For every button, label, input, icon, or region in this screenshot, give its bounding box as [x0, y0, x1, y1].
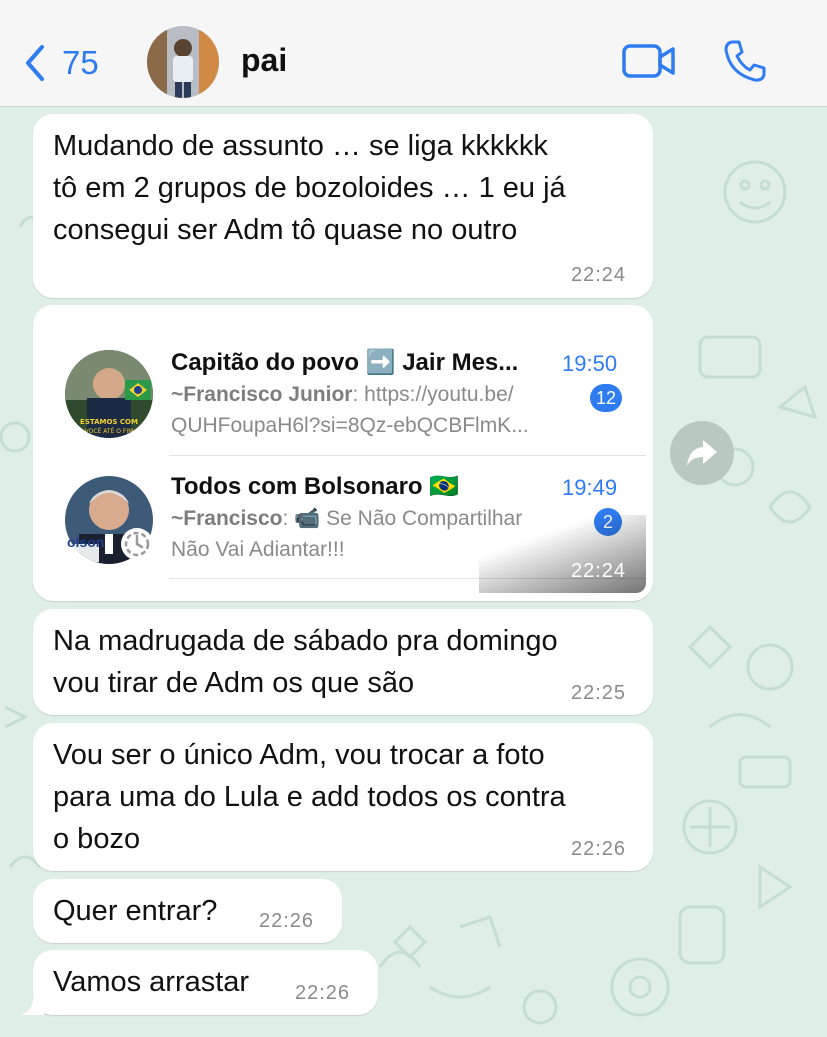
group-title: Todos com Bolsonaro 🇧🇷 — [171, 473, 460, 500]
avatar-label: olson — [67, 534, 105, 550]
message-text: Mudando de assunto … se liga kkkkkk tô e… — [53, 130, 566, 246]
svg-text:ESTAMOS COM: ESTAMOS COM — [80, 418, 138, 426]
message-time: 22:24 — [571, 560, 627, 582]
message-time: 22:26 — [295, 982, 351, 1004]
unread-chats-count: 75 — [62, 44, 99, 81]
forward-arrow-icon — [687, 440, 717, 466]
unread-badge: 12 — [590, 384, 622, 412]
message-text: Vou ser o único Adm, vou trocar a foto p… — [53, 739, 566, 855]
group-time: 19:50 — [562, 351, 618, 376]
message-time: 22:24 — [571, 264, 627, 286]
group-preview-line: ~Francisco: 📹 Se Não Compartilhar — [171, 507, 522, 531]
group-sender: ~Francisco — [171, 507, 283, 530]
video-call-icon[interactable] — [622, 42, 676, 80]
group-sender: ~Francisco Junior — [171, 383, 353, 406]
group-preview-line: ~Francisco Junior: https://youtu.be/ — [171, 383, 514, 407]
message-time: 22:26 — [259, 910, 315, 932]
message-text: Quer entrar? — [53, 895, 218, 927]
group-preview-line-2: Não Vai Adiantar!!! — [171, 538, 345, 561]
group-avatar: ESTAMOS COM VOCÊ ATÉ O FIM — [65, 350, 153, 438]
row-divider — [169, 455, 646, 456]
message-time: 22:26 — [571, 838, 627, 860]
bubble-tail — [20, 993, 44, 1015]
chevron-left-icon — [26, 45, 44, 81]
group-time: 19:49 — [562, 475, 618, 500]
status-ring-icon — [121, 528, 153, 560]
group-preview-line-2: QUHFoupaH6l?si=8Qz-ebQCBFlmK... — [171, 414, 529, 437]
message-time: 22:25 — [571, 682, 627, 704]
svg-text:VOCÊ ATÉ O FIM: VOCÊ ATÉ O FIM — [85, 427, 134, 435]
message-text: Vamos arrastar — [53, 966, 250, 998]
contact-name[interactable]: pai — [241, 42, 287, 79]
back-button[interactable]: 75 — [22, 40, 112, 86]
chat-header: 75 pai — [0, 0, 827, 107]
forward-button[interactable] — [670, 421, 734, 485]
group-preview-text: : https://youtu.be/ — [352, 383, 514, 406]
shared-screenshot[interactable]: ESTAMOS COM VOCÊ ATÉ O FIM Capitão do po… — [49, 320, 646, 593]
phone-call-icon[interactable] — [722, 38, 768, 84]
contact-avatar[interactable] — [147, 26, 219, 98]
group-title: Capitão do povo ➡️ Jair Mes... — [171, 349, 519, 376]
message-text: Na madrugada de sábado pra domingo vou t… — [53, 625, 558, 699]
